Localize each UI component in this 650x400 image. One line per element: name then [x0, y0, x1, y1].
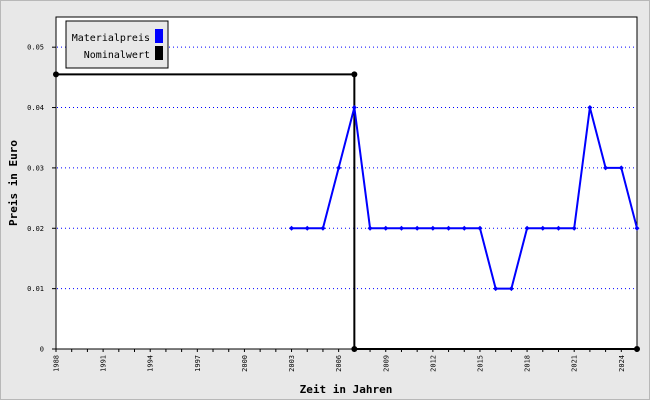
x-axis-title: Zeit in Jahren [300, 383, 393, 396]
x-tick-label: 2009 [382, 355, 390, 372]
x-tick-label: 2003 [288, 355, 296, 372]
x-axis-ticks: 1988 1991 1994 1997 2000 2003 2006 2009 2012 2015… [53, 349, 638, 372]
x-tick-label: 1991 [100, 355, 108, 372]
x-tick-label: 2021 [571, 355, 579, 372]
x-tick-label: 1994 [147, 355, 155, 372]
x-tick-label: 2006 [335, 355, 343, 372]
y-axis-ticks: 0 0.01 0.02 0.03 0.04 0.05 [27, 44, 56, 354]
legend: Materialpreis Nominalwert [65, 20, 169, 69]
legend-label-nominalwert: Nominalwert [84, 50, 150, 61]
y-tick-label: 0.05 [27, 44, 44, 52]
y-tick-label: 0.04 [27, 104, 44, 112]
y-tick-label: 0.03 [27, 164, 44, 172]
chart-frame: 0 0.01 0.02 0.03 0.04 0.05 1988 1991 1994 1997 20… [0, 0, 650, 400]
data-point-nominalwert [634, 346, 640, 352]
x-tick-label: 2015 [476, 355, 484, 372]
data-point-nominalwert [53, 71, 59, 78]
data-point-nominalwert [351, 71, 358, 78]
y-tick-label: 0.02 [27, 225, 44, 233]
legend-label-materialpreis: Materialpreis [72, 33, 150, 44]
x-tick-label: 2012 [429, 355, 437, 372]
y-axis-title: Preis in Euro [7, 140, 20, 226]
legend-swatch-materialpreis [155, 29, 163, 43]
x-tick-label: 2024 [618, 355, 626, 372]
x-tick-label: 2000 [241, 355, 249, 372]
data-point-nominalwert [351, 346, 358, 352]
x-tick-label: 2018 [524, 355, 532, 372]
y-tick-label: 0 [40, 346, 44, 354]
x-tick-label: 1997 [194, 355, 202, 372]
y-tick-label: 0.01 [27, 285, 44, 293]
legend-swatch-nominalwert [155, 46, 163, 60]
price-chart: 0 0.01 0.02 0.03 0.04 0.05 1988 1991 1994 1997 20… [7, 16, 640, 396]
x-tick-label: 1988 [53, 355, 61, 372]
